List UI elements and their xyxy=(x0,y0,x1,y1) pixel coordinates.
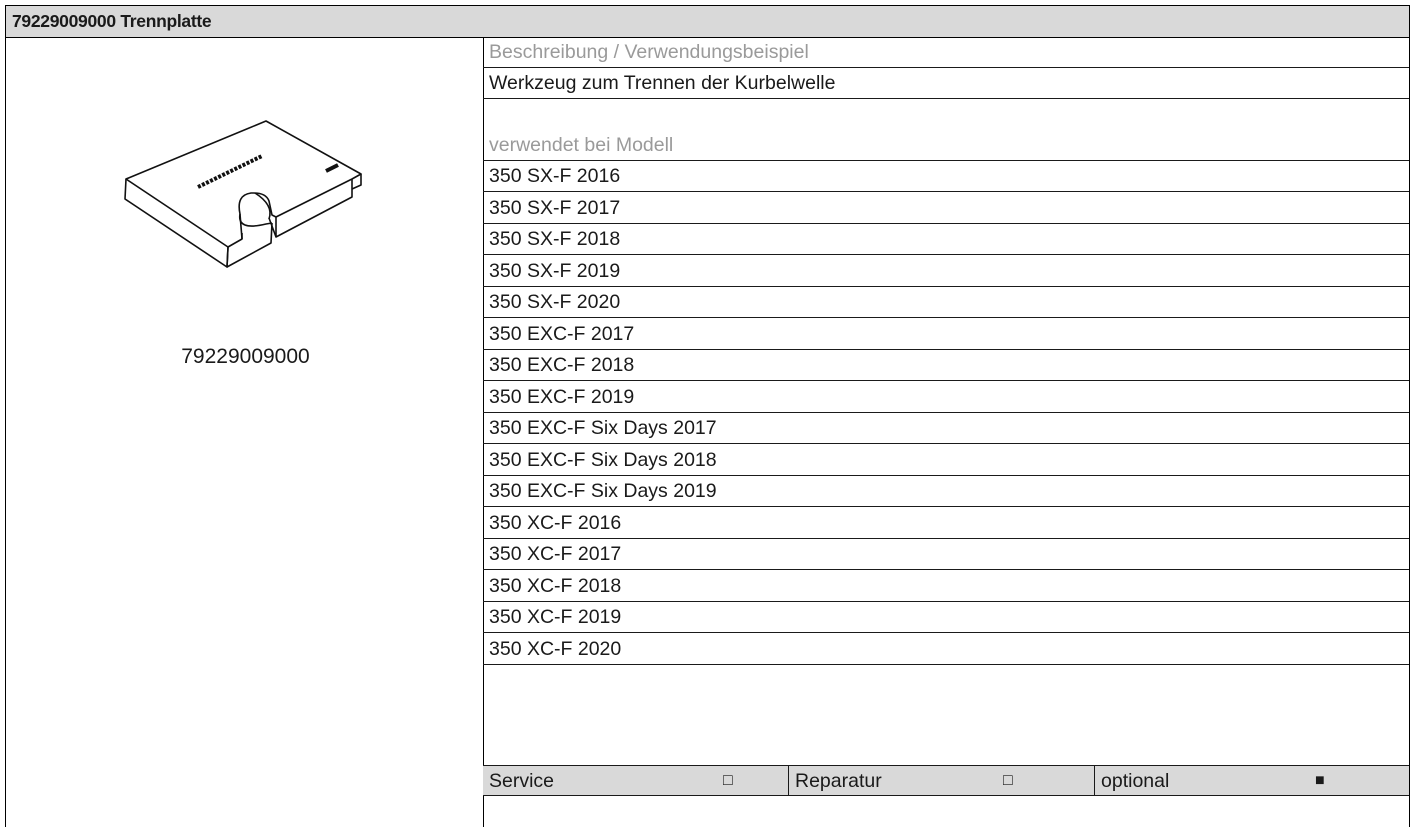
model-row: 350 XC-F 2016 xyxy=(483,508,1409,539)
model-row: 350 SX-F 2019 xyxy=(483,256,1409,287)
category-service-label: Service xyxy=(489,770,555,792)
model-row: 350 XC-F 2017 xyxy=(483,539,1409,570)
info-cell: Beschreibung / Verwendungsbeispiel Werkz… xyxy=(483,37,1410,827)
model-row: 350 EXC-F 2018 xyxy=(483,350,1409,381)
model-row: 350 EXC-F Six Days 2018 xyxy=(483,445,1409,476)
tool-sheet: 79229009000 Trennplatte 79229009000 Besc… xyxy=(5,5,1410,827)
model-row: 350 EXC-F 2017 xyxy=(483,319,1409,350)
category-repair: Reparatur □ xyxy=(789,766,1095,796)
tool-title: 79229009000 Trennplatte xyxy=(5,5,1410,38)
model-row: 350 SX-F 2020 xyxy=(483,287,1409,318)
category-bar: Service □ Reparatur □ optional ■ xyxy=(483,765,1409,828)
tool-image-cell: 79229009000 xyxy=(5,37,484,827)
model-row: 350 EXC-F Six Days 2017 xyxy=(483,413,1409,444)
part-number: 79229009000 xyxy=(181,345,310,368)
category-service: Service □ xyxy=(483,766,789,796)
description-text: Werkzeug zum Trennen der Kurbelwelle xyxy=(483,68,1409,99)
model-row: 350 XC-F 2019 xyxy=(483,602,1409,633)
model-row: 350 EXC-F 2019 xyxy=(483,382,1409,413)
model-row: 350 SX-F 2016 xyxy=(483,161,1409,192)
category-optional-checkbox-icon: ■ xyxy=(1315,772,1325,789)
model-row: 350 SX-F 2017 xyxy=(483,193,1409,224)
category-repair-label: Reparatur xyxy=(795,770,882,792)
model-row: 350 XC-F 2018 xyxy=(483,571,1409,602)
category-repair-checkbox-icon: □ xyxy=(1003,772,1013,789)
category-optional-label: optional xyxy=(1101,770,1170,792)
description-label: Beschreibung / Verwendungsbeispiel xyxy=(483,37,1409,68)
model-row: 350 SX-F 2018 xyxy=(483,224,1409,255)
separator-plate-drawing-icon xyxy=(124,120,362,268)
category-service-checkbox-icon: □ xyxy=(723,772,733,789)
model-row: 350 XC-F 2020 xyxy=(483,634,1409,665)
model-row: 350 EXC-F Six Days 2019 xyxy=(483,476,1409,507)
models-label: verwendet bei Modell xyxy=(483,130,1409,161)
category-optional: optional ■ xyxy=(1095,766,1409,796)
